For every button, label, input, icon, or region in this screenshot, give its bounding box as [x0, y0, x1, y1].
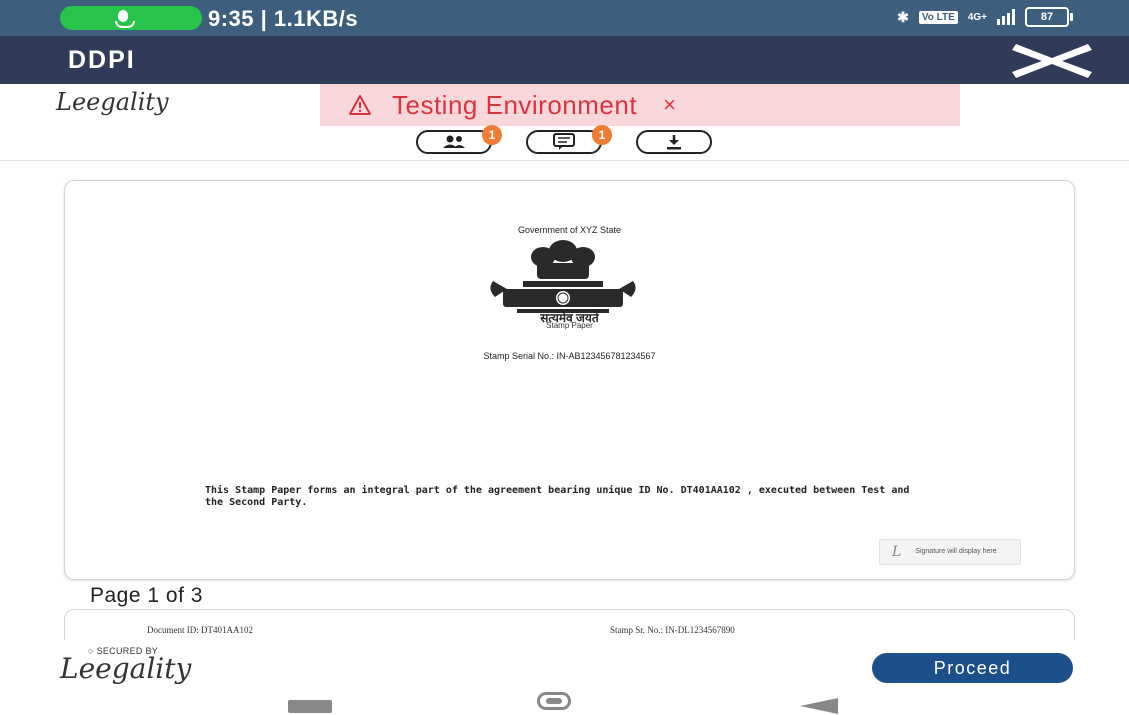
battery-icon: 87 — [1025, 7, 1073, 27]
home-button[interactable] — [537, 692, 571, 710]
network-label: 4G+ — [967, 11, 987, 23]
status-time: 9:35 | 1.1KB/s — [208, 6, 359, 31]
bluetooth-icon: ✱ — [897, 8, 909, 25]
recents-button[interactable] — [288, 700, 332, 713]
volte-icon: Vo LTE — [918, 10, 958, 24]
comments-badge: 1 — [592, 125, 612, 145]
download-button[interactable] — [636, 130, 712, 154]
page-indicator: Page 1 of 3 — [90, 584, 203, 607]
document-id: Document ID: DT401AA102 — [147, 625, 253, 635]
close-icon[interactable] — [1010, 42, 1094, 80]
signature-placeholder-text: Signature will display here — [915, 548, 997, 555]
leegality-logo: Leegality — [56, 88, 169, 116]
stamp-serial: Stamp Serial No.: IN-AB123456781234567 — [483, 351, 656, 361]
system-nav-bar — [0, 688, 1129, 715]
document-page[interactable]: Government of XYZ State सत्यमेव जयते Sta… — [64, 180, 1075, 580]
stamp-sr-no: Stamp Sr. No.: IN-DL1234567890 — [610, 625, 735, 635]
download-icon — [667, 135, 681, 150]
signers-badge: 1 — [482, 125, 502, 145]
comment-icon — [553, 133, 575, 150]
mic-indicator — [60, 6, 202, 30]
page-title: DDPI — [68, 46, 136, 74]
government-title: Government of XYZ State — [517, 225, 622, 235]
proceed-button[interactable]: Proceed — [872, 653, 1073, 683]
status-bar: 9:35 | 1.1KB/s ✱ Vo LTE 4G+ 87 — [0, 0, 1129, 36]
warning-icon — [349, 95, 371, 115]
stamp-paper-body: This Stamp Paper forms an integral part … — [205, 485, 910, 508]
back-button[interactable] — [800, 698, 838, 714]
footer: ○ SECURED BY Leegality Proceed — [0, 640, 1129, 688]
leegality-mark-icon: L — [892, 544, 902, 560]
signers-button[interactable]: 1 — [416, 125, 502, 154]
testing-environment-banner: Testing Environment × — [320, 84, 960, 126]
status-icons: ✱ Vo LTE 4G+ 87 — [897, 7, 1073, 27]
signal-icon — [997, 9, 1015, 25]
people-icon — [443, 135, 465, 148]
action-toolbar: 1 1 — [0, 125, 1129, 158]
banner-close-icon[interactable]: × — [663, 92, 676, 118]
national-emblem-icon — [490, 240, 636, 313]
header-divider — [0, 160, 1129, 161]
stamp-paper-label: Stamp Paper — [546, 321, 593, 330]
footer-logo: Leegality — [60, 652, 192, 685]
app-bar: DDPI — [0, 36, 1129, 84]
comments-button[interactable]: 1 — [526, 125, 612, 154]
banner-text: Testing Environment — [392, 89, 638, 120]
signature-placeholder[interactable]: L Signature will display here — [879, 539, 1021, 565]
